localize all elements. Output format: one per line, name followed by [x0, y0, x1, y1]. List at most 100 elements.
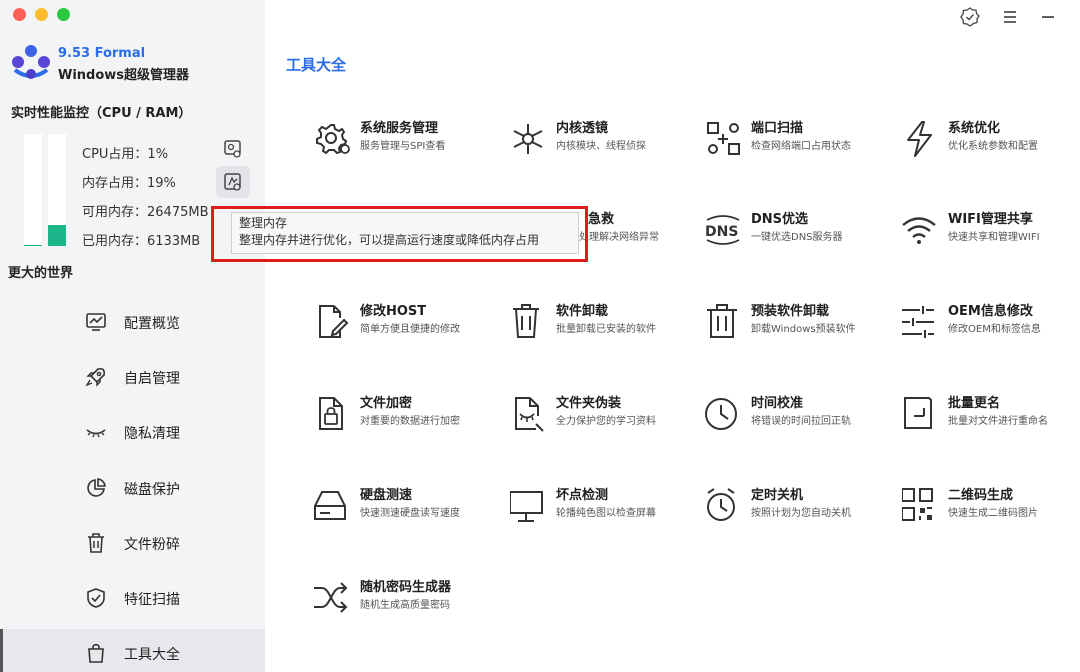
close-window-button[interactable]	[13, 8, 26, 21]
shuffle-icon	[314, 582, 348, 613]
tool-name: 坏点检测	[556, 488, 609, 503]
monitor-icon	[510, 491, 543, 522]
cpu-usage-fill	[24, 244, 42, 246]
tool-oem-edit[interactable]: OEM信息修改 修改OEM和标签信息	[902, 298, 1080, 348]
tool-disk-speed[interactable]: 硬盘测速 快速测速硬盘读写速度	[314, 482, 504, 532]
tool-software-uninstall[interactable]: 软件卸载 批量卸载已安装的软件	[510, 298, 700, 348]
tool-batch-rename[interactable]: 批量更名 批量对文件进行重命名	[902, 390, 1080, 440]
sidebar: 9.53 Formal Windows超级管理器 实时性能监控（CPU / RA…	[0, 0, 265, 672]
sidebar-item-label: 自启管理	[124, 371, 180, 387]
tool-dns-select[interactable]: DNS DNS优选 一键优选DNS服务器	[705, 206, 895, 256]
sidebar-item-signature-scan[interactable]: 特征扫描	[0, 574, 265, 624]
sidebar-item-config-overview[interactable]: 配置概览	[0, 298, 265, 348]
tool-qr-generate[interactable]: 二维码生成 快速生成二维码图片	[902, 482, 1080, 532]
shield-check-icon	[87, 588, 105, 608]
tool-desc: 批量对文件进行重命名	[948, 416, 1048, 427]
tool-name: 二维码生成	[948, 488, 1014, 503]
cpu-optimize-button[interactable]	[216, 133, 250, 165]
tool-kernel-lens[interactable]: 内核透镜 内核模块、线程侦探	[510, 115, 700, 165]
tool-name: 文件夹伪装	[556, 396, 622, 411]
sidebar-item-label: 文件粉碎	[124, 537, 180, 553]
tool-name: 定时关机	[751, 488, 804, 503]
svg-text:DNS: DNS	[705, 224, 738, 240]
tool-desc: 检查网络端口占用状态	[751, 141, 851, 152]
sidebar-item-file-shred[interactable]: 文件粉碎	[0, 519, 265, 569]
app-version: 9.53 Formal	[58, 46, 146, 61]
network-node-icon	[513, 124, 543, 154]
port-scan-icon	[707, 122, 740, 155]
tool-desc: 批量卸载已安装的软件	[556, 324, 656, 335]
tool-folder-disguise[interactable]: 文件夹伪装 全力保护您的学习资料	[510, 390, 700, 440]
tool-password-generator[interactable]: 随机密码生成器 随机生成高质量密码	[314, 574, 504, 624]
alarm-clock-icon	[707, 488, 735, 521]
trash-bin-icon	[707, 304, 737, 338]
file-eye-icon	[515, 397, 544, 432]
rename-icon	[904, 397, 932, 429]
rocket-icon	[85, 367, 106, 387]
menu-icon[interactable]	[999, 6, 1021, 28]
tool-desc: 将错误的时间拉回正轨	[751, 416, 851, 427]
tool-service-manager[interactable]: 系统服务管理 服务管理与SPI查看	[314, 115, 504, 165]
zoom-window-button[interactable]	[57, 8, 70, 21]
tool-desc: 简单方便且便捷的修改	[360, 324, 460, 335]
sidebar-item-label: 配置概览	[124, 316, 180, 332]
gear-cog-icon	[316, 124, 350, 155]
memory-clean-icon	[224, 173, 241, 191]
trash-can-icon	[513, 304, 539, 338]
tool-name: DNS优选	[751, 212, 809, 227]
tool-preinstalled-uninstall[interactable]: 预装软件卸载 卸载Windows预装软件	[705, 298, 895, 348]
highlight-box	[211, 206, 588, 262]
memory-usage-fill	[48, 224, 66, 246]
dns-icon: DNS	[705, 215, 740, 245]
cpu-usage-bar	[24, 134, 42, 246]
tool-desc: 轮播纯色图以检查屏幕	[556, 508, 656, 519]
used-memory-text: 已用内存：6133MB	[82, 234, 201, 249]
tool-desc: 处理解决网络异常	[579, 232, 659, 243]
minimize-icon[interactable]	[1037, 6, 1059, 28]
memory-optimize-button[interactable]	[216, 166, 250, 198]
sidebar-item-label: 隐私清理	[124, 426, 180, 442]
sidebar-item-label: 磁盘保护	[124, 482, 180, 498]
tool-name: 软件卸载	[556, 304, 609, 319]
tool-name: OEM信息修改	[948, 304, 1033, 319]
memory-usage-bar	[48, 134, 66, 246]
tool-time-calibrate[interactable]: 时间校准 将错误的时间拉回正轨	[705, 390, 895, 440]
sidebar-item-toolbox[interactable]: 工具大全	[0, 629, 265, 672]
tool-desc: 卸载Windows预装软件	[751, 324, 856, 335]
pie-chart-icon	[87, 478, 106, 497]
bag-icon	[88, 643, 104, 663]
available-memory-text: 可用内存：26475MB	[82, 205, 209, 220]
tool-desc: 优化系统参数和配置	[948, 141, 1038, 152]
tool-name: WIFI管理共享	[948, 212, 1033, 227]
sidebar-item-startup[interactable]: 自启管理	[0, 353, 265, 403]
tool-name: 系统服务管理	[360, 121, 439, 136]
app-window: 9.53 Formal Windows超级管理器 实时性能监控（CPU / RA…	[0, 0, 1080, 672]
tool-desc: 快速测速硬盘读写速度	[360, 508, 460, 519]
wifi-icon	[902, 217, 936, 244]
closed-eye-icon	[86, 429, 106, 438]
memory-usage-text: 内存占用：19%	[82, 176, 176, 191]
tool-edit-host[interactable]: 修改HOST 简单方便且便捷的修改	[314, 298, 504, 348]
tool-system-optimize[interactable]: 系统优化 优化系统参数和配置	[902, 115, 1080, 165]
tool-desc: 快速共享和管理WIFI	[948, 232, 1040, 243]
minimize-window-button[interactable]	[35, 8, 48, 21]
tool-dead-pixel[interactable]: 坏点检测 轮播纯色图以检查屏幕	[510, 482, 700, 532]
tool-file-encrypt[interactable]: 文件加密 对重要的数据进行加密	[314, 390, 504, 440]
monitor-title: 实时性能监控（CPU / RAM）	[11, 106, 192, 121]
tool-name: 时间校准	[751, 396, 804, 411]
verified-badge-icon[interactable]	[959, 6, 981, 28]
tool-scheduled-shutdown[interactable]: 定时关机 按照计划为您自动关机	[705, 482, 895, 532]
file-lock-icon	[319, 397, 343, 430]
sidebar-item-privacy-clean[interactable]: 隐私清理	[0, 408, 265, 458]
tool-wifi-share[interactable]: WIFI管理共享 快速共享和管理WIFI	[902, 206, 1080, 256]
tool-name: 随机密码生成器	[360, 580, 452, 595]
tool-port-scan[interactable]: 端口扫描 检查网络端口占用状态	[705, 115, 895, 165]
edit-file-icon	[319, 305, 349, 338]
clock-icon	[705, 398, 737, 430]
cpu-usage-text: CPU占用：1%	[82, 147, 169, 162]
tool-name: 内核透镜	[556, 121, 609, 136]
tool-desc: 随机生成高质量密码	[360, 600, 450, 611]
tool-desc: 全力保护您的学习资料	[556, 416, 656, 427]
app-name: Windows超级管理器	[58, 68, 190, 83]
sidebar-item-disk-protect[interactable]: 磁盘保护	[0, 464, 265, 514]
